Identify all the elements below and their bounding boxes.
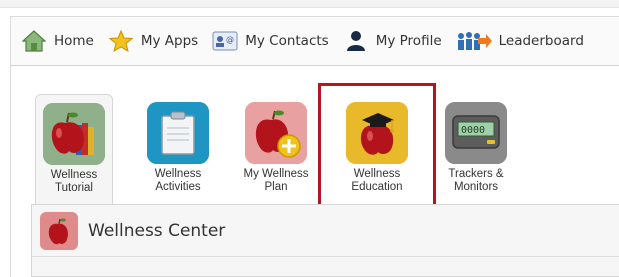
tab-label-line2: Activities: [155, 181, 201, 193]
leaderboard-icon: [456, 29, 492, 53]
highlight-frame: [318, 83, 436, 217]
nav-item-label: My Contacts: [245, 33, 329, 49]
tab-label-line2: Monitors: [453, 181, 499, 193]
wellness-panel: Wellness Tutorial Wellness Activities My…: [10, 66, 619, 277]
nav-item-label: Leaderboard: [498, 33, 584, 49]
top-navigation-bar: Home My Apps @ My Contacts My Profile Le…: [10, 16, 619, 66]
nav-item-label: Home: [54, 33, 94, 49]
apple-icon: [40, 211, 78, 250]
section-title: Wellness Center: [88, 220, 226, 241]
nav-item-my-profile[interactable]: My Profile: [343, 29, 442, 53]
tab-my-wellness-plan[interactable]: My Wellness Plan: [237, 94, 315, 204]
svg-text:@: @: [226, 35, 234, 44]
clipboard-icon: [147, 102, 209, 164]
star-icon: [108, 29, 134, 53]
nav-item-label: My Profile: [375, 33, 442, 49]
nav-item-my-contacts[interactable]: @ My Contacts: [212, 29, 329, 53]
tab-label-line2: Tutorial: [55, 182, 93, 194]
tab-label-line1: Wellness: [154, 168, 202, 180]
tab-trackers-monitors[interactable]: 0000 Trackers & Monitors: [437, 94, 515, 204]
tab-label-line1: Trackers &: [448, 168, 504, 180]
nav-item-my-apps[interactable]: My Apps: [108, 29, 198, 53]
tab-label-line1: My Wellness: [243, 168, 309, 180]
wellness-center-box: Wellness Center: [31, 204, 619, 277]
nav-item-leaderboard[interactable]: Leaderboard: [456, 29, 584, 53]
contact-card-icon: @: [212, 29, 238, 53]
tab-wellness-activities[interactable]: Wellness Activities: [139, 94, 217, 204]
apple-books-icon: [43, 103, 105, 165]
person-icon: [343, 29, 369, 53]
svg-text:0000: 0000: [461, 125, 485, 136]
pedometer-icon: 0000: [445, 102, 507, 164]
home-icon: [21, 29, 47, 53]
browser-top-strip: [0, 0, 619, 8]
apple-plus-icon: [245, 102, 307, 164]
tab-label-line1: Wellness: [50, 169, 98, 181]
nav-item-home[interactable]: Home: [21, 29, 94, 53]
nav-item-label: My Apps: [140, 33, 199, 49]
tab-wellness-tutorial[interactable]: Wellness Tutorial: [35, 94, 113, 204]
section-header: Wellness Center: [32, 205, 619, 257]
tab-label-line2: Plan: [264, 181, 288, 193]
